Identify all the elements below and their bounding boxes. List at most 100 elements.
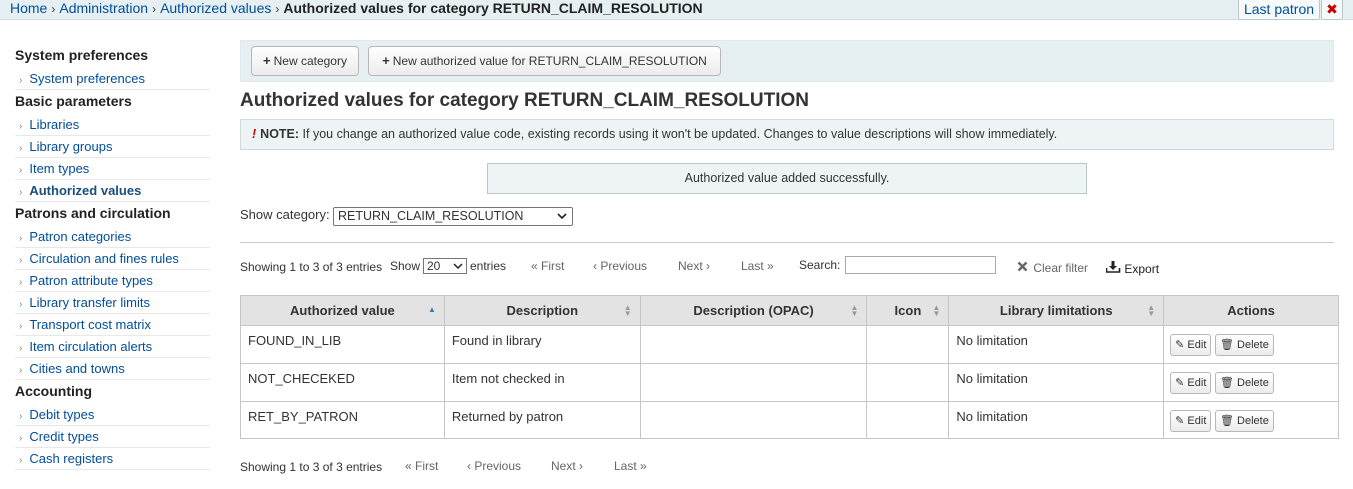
sidebar-item-link[interactable]: Credit types (29, 429, 98, 444)
sidebar-heading: Accounting (15, 383, 92, 399)
sort-ascending-icon: ▲ (427, 305, 436, 314)
column-header-description-opac[interactable]: Description (OPAC) ▲ ▼ (639, 295, 868, 326)
breadcrumb-current: Authorized values for category RETURN_CL… (283, 0, 703, 16)
sidebar-item-link[interactable]: System preferences (29, 71, 145, 86)
first-page-link[interactable]: « First (531, 259, 564, 273)
column-header-authorized-value[interactable]: Authorized value ▲ (240, 295, 445, 326)
sidebar-item-cash-registers[interactable]: › Cash registers (15, 448, 210, 470)
download-icon (1105, 261, 1124, 276)
sidebar-item-cities-and-towns[interactable]: › Cities and towns (15, 358, 210, 380)
show-category-label: Show category: (240, 207, 330, 222)
last-patron-button[interactable]: Last patron (1238, 0, 1320, 20)
divider (240, 242, 1334, 243)
sidebar-item-link[interactable]: Item circulation alerts (29, 339, 152, 354)
sidebar-item-system-preferences[interactable]: › System preferences (15, 68, 210, 90)
chevron-right-icon: › (19, 75, 23, 86)
close-icon (1017, 261, 1031, 275)
next-page-link[interactable]: Next › (678, 259, 710, 273)
edit-button[interactable]: ✎ Edit (1170, 372, 1212, 394)
sidebar-menu: › System preferences (15, 68, 210, 90)
sidebar-item-library-transfer-limits[interactable]: › Library transfer limits (15, 292, 210, 314)
sidebar-item-link[interactable]: Library groups (29, 139, 112, 154)
last-page-link[interactable]: Last » (741, 259, 774, 273)
sidebar-item-circulation-and-fines-rules[interactable]: › Circulation and fines rules (15, 248, 210, 270)
sidebar-item-patron-categories[interactable]: › Patron categories (15, 226, 210, 248)
pencil-icon: ✎ (1175, 339, 1185, 351)
sort-icon: ▲ ▼ (623, 303, 632, 318)
sidebar-item-link[interactable]: Patron categories (29, 229, 131, 244)
cell-library-limitations: No limitation (948, 363, 1165, 402)
new-authorized-value-button[interactable]: + New authorized value for RETURN_CLAIM_R… (368, 46, 721, 76)
sidebar-item-link[interactable]: Patron attribute types (29, 273, 153, 288)
sidebar-item-link[interactable]: Cash registers (29, 451, 113, 466)
breadcrumb-separator: › (51, 2, 56, 16)
pencil-icon: ✎ (1175, 377, 1185, 389)
sidebar-item-link[interactable]: Circulation and fines rules (29, 251, 179, 266)
chevron-right-icon: › (19, 455, 23, 466)
trash-icon: 🗑 (1220, 415, 1234, 427)
sidebar-heading: Basic parameters (15, 93, 132, 109)
breadcrumb-administration[interactable]: Administration (59, 0, 148, 16)
cell-authorized-value: RET_BY_PATRON (240, 401, 445, 439)
breadcrumb-home[interactable]: Home (10, 0, 47, 16)
cell-icon (866, 401, 950, 439)
note-banner: ! NOTE: If you change an authorized value… (240, 119, 1334, 150)
first-page-link[interactable]: « First (405, 459, 438, 473)
new-category-button[interactable]: + New category (251, 46, 359, 76)
sidebar-menu: › Debit types › Credit types › Cash registers (15, 404, 210, 470)
page-length-select[interactable]: 20 (423, 258, 467, 274)
column-header-description[interactable]: Description ▲ ▼ (443, 295, 641, 326)
sidebar-item-transport-cost-matrix[interactable]: › Transport cost matrix (15, 314, 210, 336)
sidebar-item-link[interactable]: Cities and towns (29, 361, 124, 376)
search-input[interactable] (845, 256, 996, 274)
note-label: NOTE: (260, 127, 300, 141)
sidebar-item-item-types[interactable]: › Item types (15, 158, 210, 180)
edit-button[interactable]: ✎ Edit (1170, 334, 1212, 356)
sidebar-item-link[interactable]: Transport cost matrix (29, 317, 151, 332)
sidebar-item-credit-types[interactable]: › Credit types (15, 426, 210, 448)
sidebar-item-debit-types[interactable]: › Debit types (15, 404, 210, 426)
trash-icon: 🗑 (1220, 339, 1234, 351)
page-length-value: 20 (427, 259, 441, 273)
plus-icon: + (263, 53, 271, 68)
table-row: RET_BY_PATRON Returned by patron No limi… (240, 401, 1339, 439)
sidebar-item-link[interactable]: Debit types (29, 407, 94, 422)
previous-page-link[interactable]: ‹ Previous (593, 259, 647, 273)
export-button[interactable]: Export (1105, 261, 1159, 276)
breadcrumb-authorized-values[interactable]: Authorized values (160, 0, 271, 16)
sidebar-item-library-groups[interactable]: › Library groups (15, 136, 210, 158)
close-icon[interactable]: ✖ (1321, 0, 1343, 20)
authorized-values-table: Authorized value ▲ Description ▲ ▼ Descript… (240, 295, 1339, 439)
new-category-label: New category (273, 54, 347, 68)
sidebar-item-libraries[interactable]: › Libraries (15, 114, 210, 136)
column-label: Authorized value (290, 303, 395, 318)
column-header-library-limitations[interactable]: Library limitations ▲ ▼ (948, 295, 1165, 326)
chevron-right-icon: › (19, 121, 23, 132)
warning-icon: ! (252, 127, 257, 141)
last-page-link[interactable]: Last » (614, 459, 647, 473)
table-header-row: Authorized value ▲ Description ▲ ▼ Descript… (240, 295, 1339, 326)
cell-description: Found in library (443, 325, 641, 364)
sidebar-item-link[interactable]: Library transfer limits (29, 295, 150, 310)
sidebar-item-link[interactable]: Authorized values (29, 183, 141, 198)
cell-description-opac (639, 325, 868, 364)
category-select[interactable]: RETURN_CLAIM_RESOLUTION (333, 207, 573, 226)
sidebar-item-item-circulation-alerts[interactable]: › Item circulation alerts (15, 336, 210, 358)
cell-description-opac (639, 401, 868, 439)
delete-button[interactable]: 🗑 Delete (1215, 372, 1274, 394)
sidebar-item-authorized-values[interactable]: › Authorized values (15, 180, 210, 202)
column-label: Description (506, 303, 579, 318)
sidebar-item-patron-attribute-types[interactable]: › Patron attribute types (15, 270, 210, 292)
new-authorized-value-label: New authorized value for RETURN_CLAIM_RE… (392, 54, 707, 68)
cell-icon (866, 325, 950, 364)
sidebar-item-link[interactable]: Libraries (29, 117, 79, 132)
clear-filter-button[interactable]: Clear filter (1017, 261, 1088, 275)
column-header-icon[interactable]: Icon ▲ ▼ (866, 295, 950, 326)
search-label: Search: (799, 258, 841, 272)
previous-page-link[interactable]: ‹ Previous (467, 459, 521, 473)
delete-button[interactable]: 🗑 Delete (1215, 334, 1274, 356)
sidebar-item-link[interactable]: Item types (29, 161, 89, 176)
delete-button[interactable]: 🗑 Delete (1215, 410, 1274, 432)
next-page-link[interactable]: Next › (551, 459, 583, 473)
edit-button[interactable]: ✎ Edit (1170, 410, 1212, 432)
